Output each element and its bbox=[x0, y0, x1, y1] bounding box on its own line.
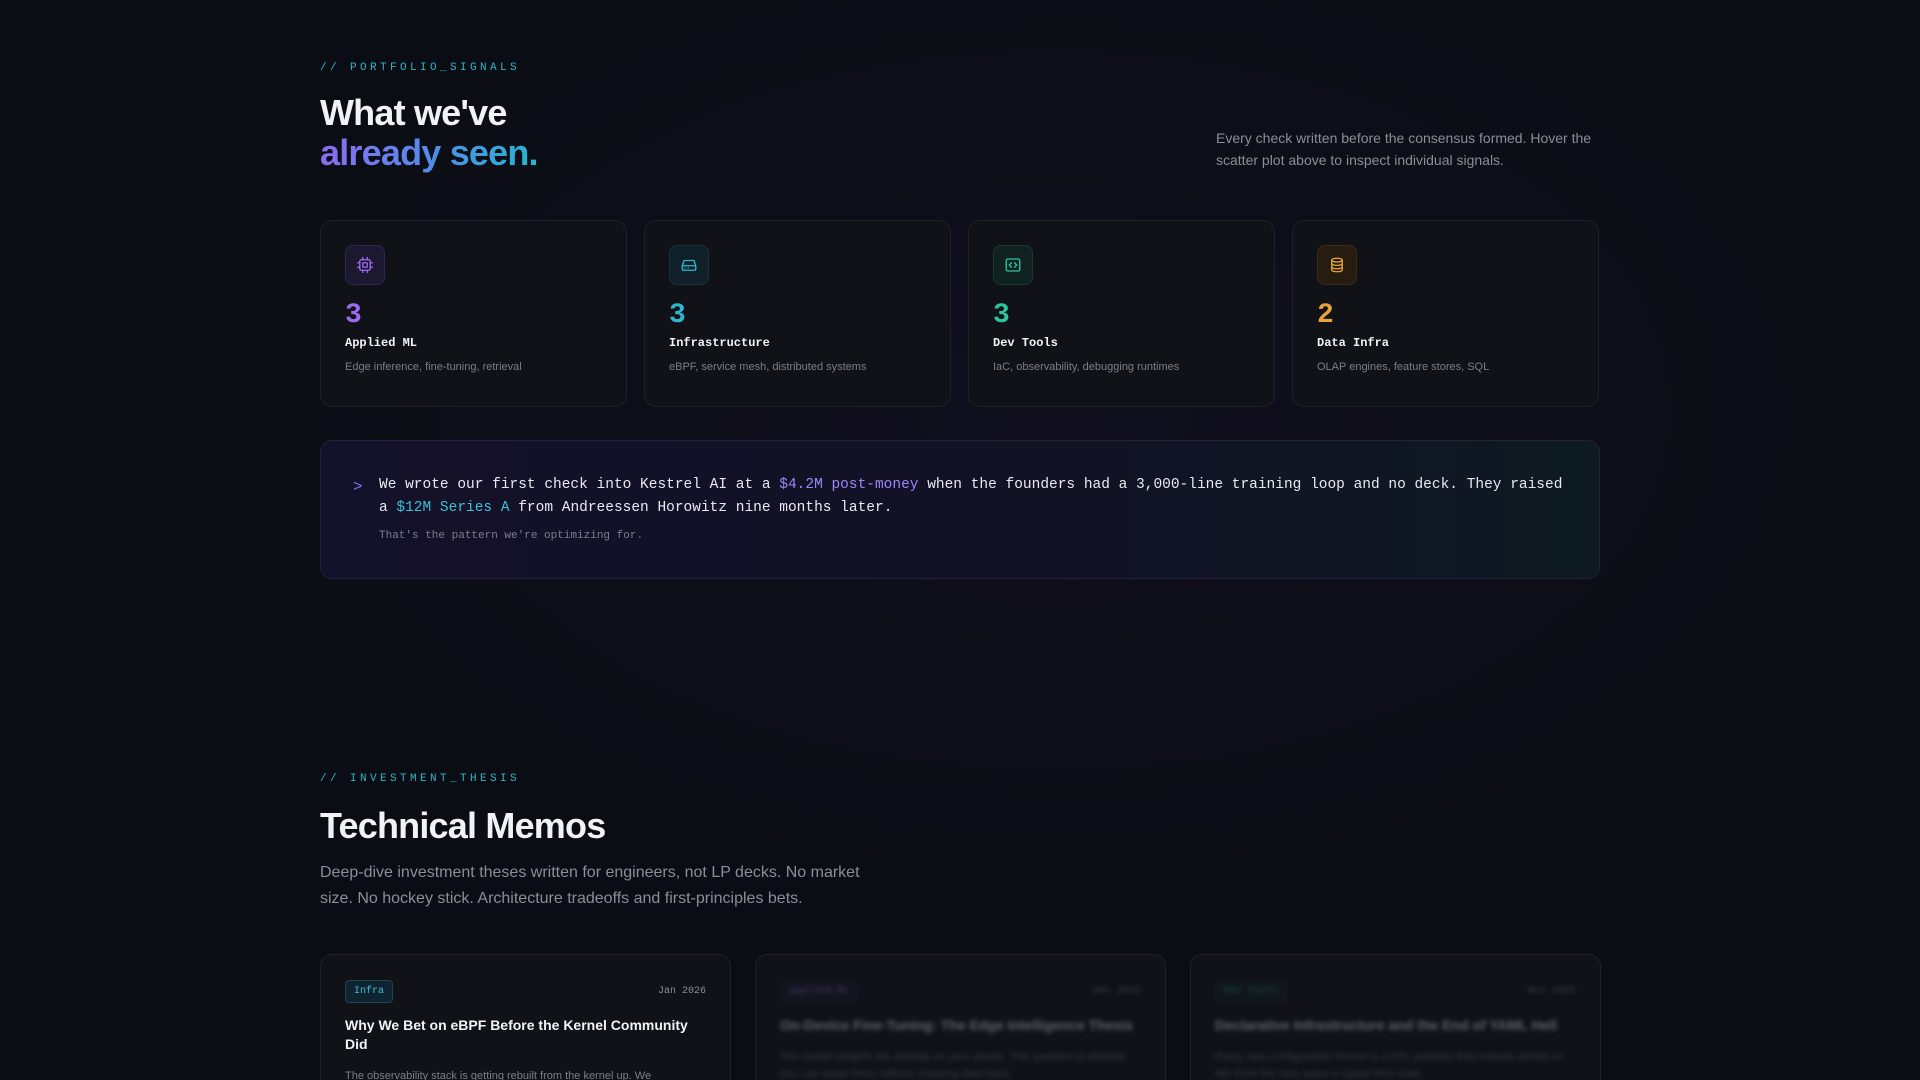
stat-card-infrastructure[interactable]: 3 Infrastructure eBPF, service mesh, dis… bbox=[644, 220, 951, 407]
memo-date: Jan 2026 bbox=[657, 986, 706, 997]
memo-excerpt: The model weights are already on your ph… bbox=[780, 1051, 1127, 1080]
stat-description: eBPF, service mesh, distributed systems bbox=[669, 361, 867, 373]
memo-card-ebpf[interactable]: Infra Jan 2026 Why We Bet on eBPF Before… bbox=[320, 954, 731, 1080]
hard-drive-icon bbox=[669, 245, 709, 285]
memo-tag: Infra bbox=[345, 980, 394, 1003]
callout-subtext: That's the pattern we're optimizing for. bbox=[379, 530, 644, 542]
stat-cards: 3 Applied ML Edge inference, fine-tuning… bbox=[320, 220, 1599, 407]
memo-tag: Dev Tools bbox=[1215, 980, 1288, 1003]
memo-card-edge-finetuning[interactable]: Applied ML Dec 2025 On-Device Fine-Tunin… bbox=[755, 954, 1166, 1080]
callout-text-part: from Andreessen Horowitz nine months lat… bbox=[509, 500, 893, 516]
stat-title: Applied ML bbox=[345, 336, 418, 350]
highlight-series-a: $12M Series A bbox=[396, 500, 510, 516]
highlight-post-money: $4.2M post-money bbox=[779, 477, 919, 493]
stat-card-data-infra[interactable]: 2 Data Infra OLAP engines, feature store… bbox=[1292, 220, 1599, 407]
section-eyebrow: // PORTFOLIO_SIGNALS bbox=[320, 62, 521, 74]
memo-excerpt: Every new configuration format is a DSL … bbox=[1215, 1051, 1565, 1080]
memo-excerpt: The observability stack is getting rebui… bbox=[345, 1070, 652, 1080]
prompt-caret: > bbox=[353, 478, 363, 496]
portfolio-signals-section: // PORTFOLIO_SIGNALS What we've already … bbox=[320, 62, 1600, 579]
stat-count: 3 bbox=[345, 300, 362, 331]
memo-tag: Applied ML bbox=[780, 980, 859, 1003]
memo-date: Dec 2025 bbox=[1092, 986, 1141, 997]
memo-date: Nov 2025 bbox=[1527, 986, 1576, 997]
section-title: Technical Memos bbox=[320, 805, 606, 846]
database-icon bbox=[1317, 245, 1357, 285]
stat-title: Infrastructure bbox=[669, 336, 770, 350]
stat-description: OLAP engines, feature stores, SQL bbox=[1317, 361, 1490, 373]
cpu-chip-icon bbox=[345, 245, 385, 285]
stat-card-applied-ml[interactable]: 3 Applied ML Edge inference, fine-tuning… bbox=[320, 220, 627, 407]
memo-title[interactable]: On-Device Fine-Tuning: The Edge Intellig… bbox=[780, 1016, 1141, 1035]
stat-count: 3 bbox=[993, 300, 1010, 331]
section-side-note: Every check written before the consensus… bbox=[1216, 130, 1592, 168]
stat-title: Dev Tools bbox=[993, 336, 1058, 350]
stat-description: Edge inference, fine-tuning, retrieval bbox=[345, 361, 522, 373]
memo-cards: Infra Jan 2026 Why We Bet on eBPF Before… bbox=[320, 954, 1601, 1080]
stat-title: Data Infra bbox=[1317, 336, 1390, 350]
section-subtitle: Deep-dive investment theses written for … bbox=[320, 864, 860, 907]
callout-text: We wrote our first check into Kestrel AI… bbox=[379, 474, 1569, 520]
investment-thesis-section: // INVESTMENT_THESIS Technical Memos Dee… bbox=[320, 773, 1601, 1080]
memo-card-declarative-infra[interactable]: Dev Tools Nov 2025 Declarative Infrastru… bbox=[1190, 954, 1601, 1080]
title-line-2-gradient: already seen. bbox=[320, 132, 539, 173]
code-brackets-icon bbox=[993, 245, 1033, 285]
title-line-1: What we've bbox=[320, 92, 507, 133]
stat-description: IaC, observability, debugging runtimes bbox=[993, 361, 1180, 373]
section-eyebrow: // INVESTMENT_THESIS bbox=[320, 773, 521, 785]
founder-story-callout: > We wrote our first check into Kestrel … bbox=[320, 440, 1600, 579]
callout-text-part: We wrote our first check into Kestrel AI… bbox=[379, 477, 780, 493]
stat-count: 3 bbox=[669, 300, 686, 331]
stat-count: 2 bbox=[1317, 300, 1334, 331]
memo-title[interactable]: Why We Bet on eBPF Before the Kernel Com… bbox=[345, 1016, 706, 1054]
stat-card-dev-tools[interactable]: 3 Dev Tools IaC, observability, debuggin… bbox=[968, 220, 1275, 407]
memo-title[interactable]: Declarative Infrastructure and the End o… bbox=[1215, 1016, 1576, 1035]
